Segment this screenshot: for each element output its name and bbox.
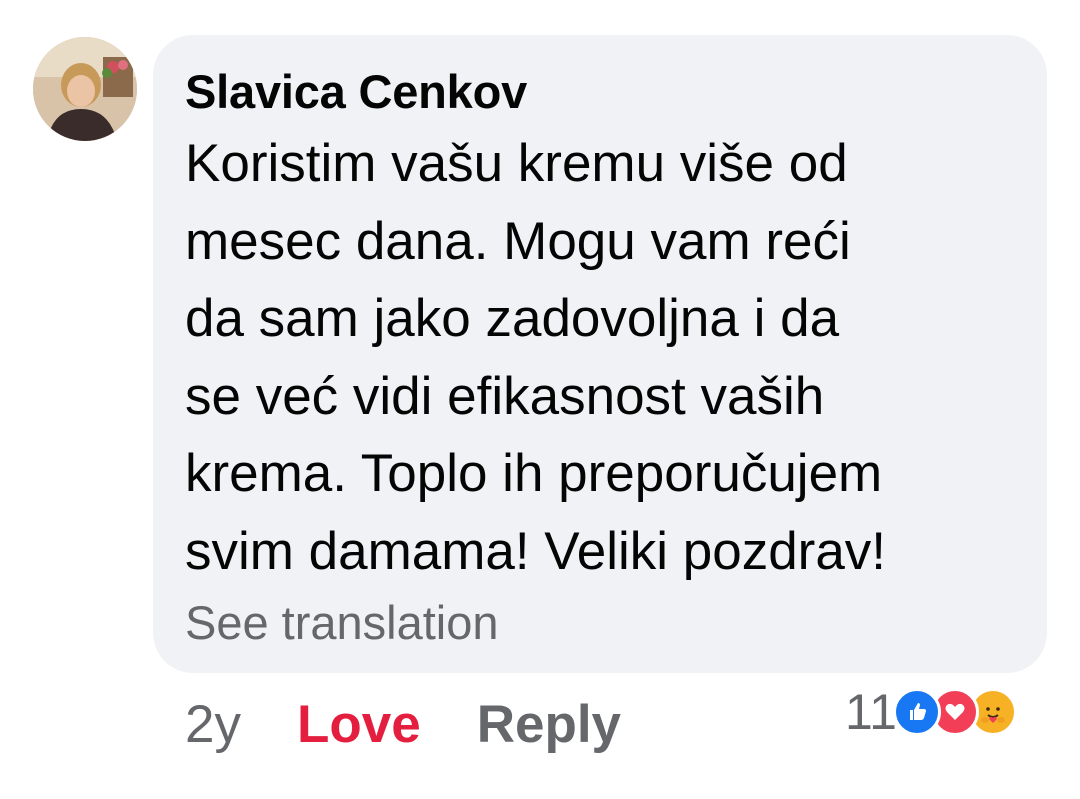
timestamp[interactable]: 2y: [185, 693, 241, 757]
like-icon: [892, 688, 941, 736]
avatar[interactable]: [33, 37, 137, 141]
comment-actions: 2y Love Reply: [185, 693, 621, 757]
see-translation-link[interactable]: See translation: [185, 596, 1017, 650]
comment-bubble: Slavica Cenkov Koristim vašu kremu više …: [153, 35, 1047, 673]
reaction-count: 11: [845, 684, 897, 740]
profile-photo: [33, 37, 137, 141]
comment: Slavica Cenkov Koristim vašu kremu više …: [0, 0, 1080, 799]
reactions-summary[interactable]: 11: [845, 684, 1017, 740]
love-button[interactable]: Love: [297, 693, 421, 757]
comment-text: Koristim vašu kremu više od mesec dana. …: [185, 134, 887, 581]
author-name[interactable]: Slavica Cenkov: [185, 65, 1017, 119]
reply-button[interactable]: Reply: [477, 693, 621, 757]
